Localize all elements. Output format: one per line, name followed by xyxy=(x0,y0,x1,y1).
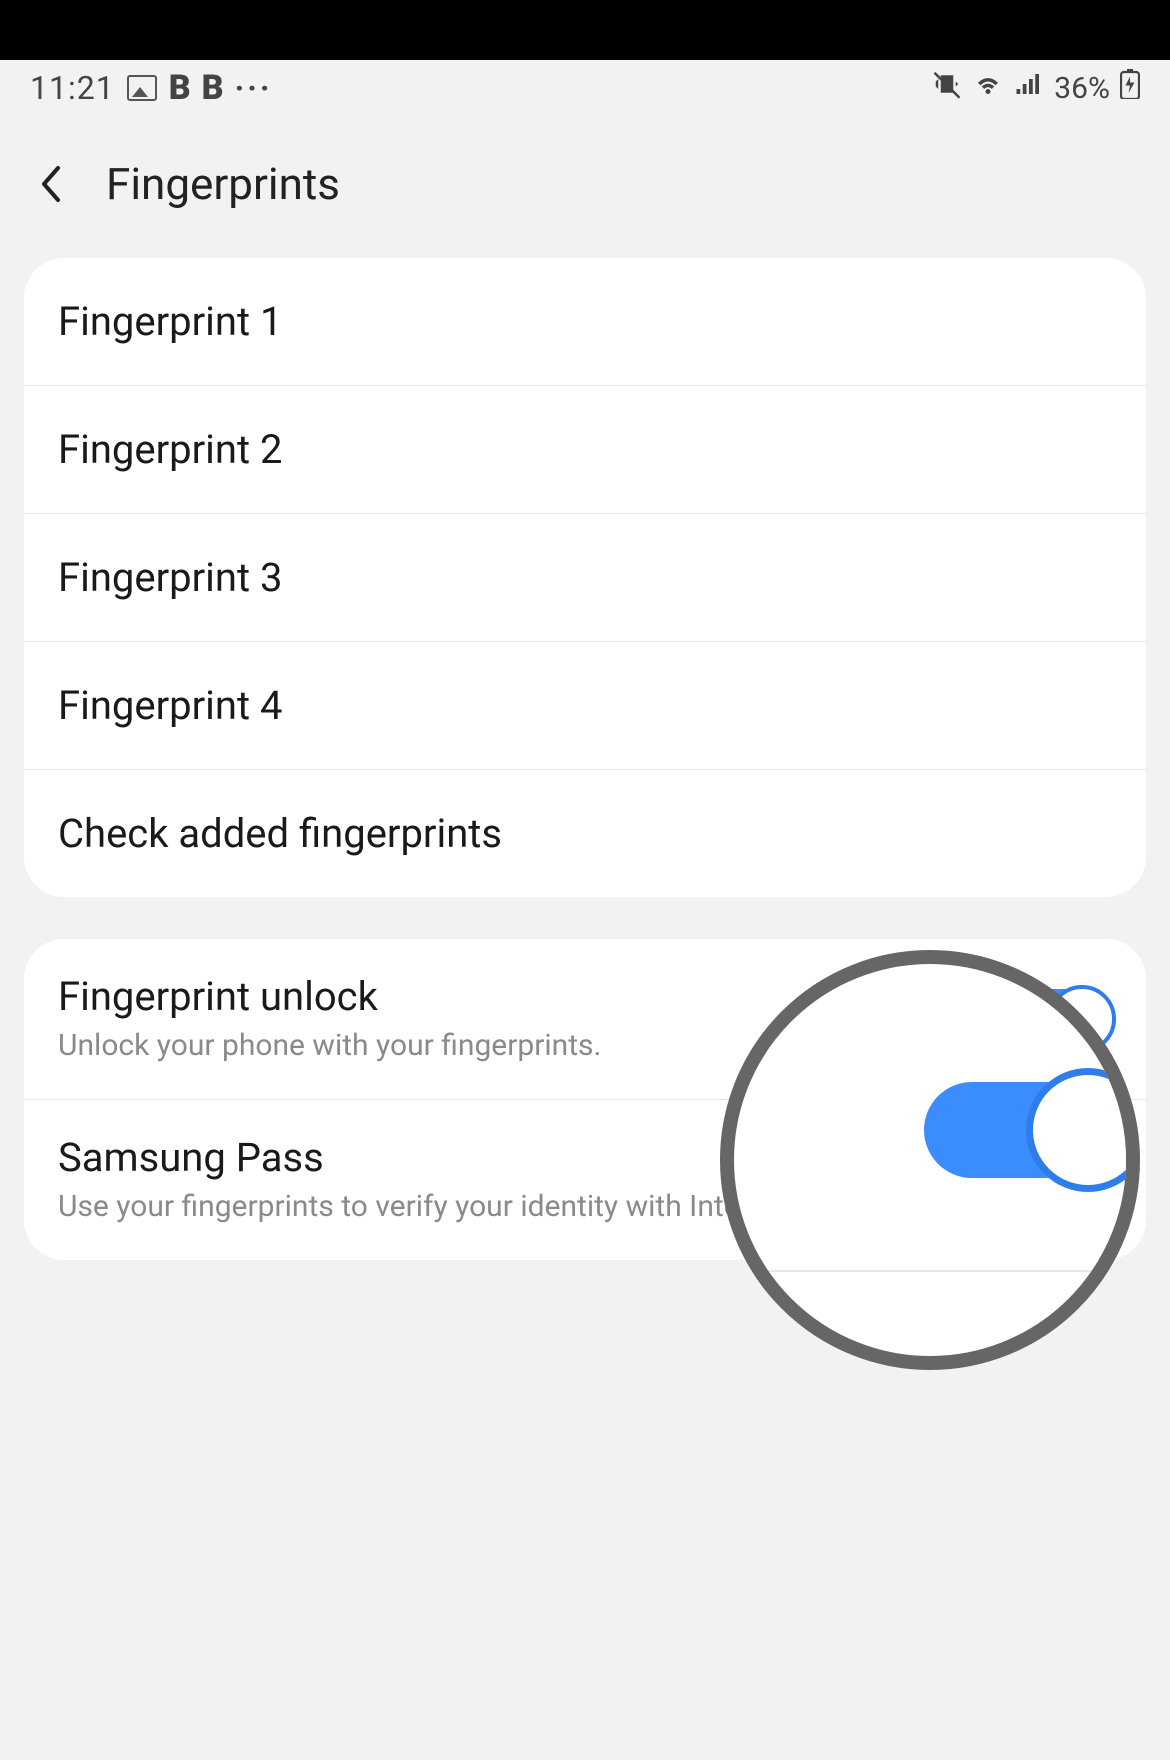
check-fingerprints-label: Check added fingerprints xyxy=(58,810,502,857)
fingerprint-unlock-toggle[interactable] xyxy=(1004,989,1112,1049)
fingerprint-unlock-title: Fingerprint unlock xyxy=(58,973,974,1020)
page-title: Fingerprints xyxy=(106,158,340,210)
top-black-bar xyxy=(0,0,1170,60)
app-indicator-b2: B xyxy=(202,68,223,108)
fingerprint-item-4[interactable]: Fingerprint 4 xyxy=(24,642,1146,770)
zoomed-divider xyxy=(734,1270,1126,1272)
status-time: 11:21 xyxy=(30,69,115,107)
status-bar: 11:21 B B ··· 36% xyxy=(0,60,1170,116)
fingerprint-label: Fingerprint 1 xyxy=(58,298,282,345)
fingerprint-label: Fingerprint 4 xyxy=(58,682,282,729)
fingerprint-item-3[interactable]: Fingerprint 3 xyxy=(24,514,1146,642)
back-button[interactable] xyxy=(30,164,70,204)
toggle-knob xyxy=(1048,985,1116,1053)
app-indicator-b1: B xyxy=(169,68,190,108)
signal-icon xyxy=(1014,69,1044,107)
check-added-fingerprints[interactable]: Check added fingerprints xyxy=(24,770,1146,897)
battery-percentage: 36% xyxy=(1054,71,1110,106)
chevron-left-icon xyxy=(37,164,63,204)
page-header: Fingerprints xyxy=(0,116,1170,258)
fingerprint-list-card: Fingerprint 1 Fingerprint 2 Fingerprint … xyxy=(24,258,1146,897)
fingerprint-label: Fingerprint 3 xyxy=(58,554,282,601)
wifi-icon xyxy=(972,69,1004,107)
vibrate-icon xyxy=(932,69,962,107)
picture-icon xyxy=(127,75,157,101)
fingerprint-item-2[interactable]: Fingerprint 2 xyxy=(24,386,1146,514)
fingerprint-item-1[interactable]: Fingerprint 1 xyxy=(24,258,1146,386)
samsung-pass-subtitle: Use your fingerprints to verify your ide… xyxy=(58,1187,1112,1226)
fingerprint-unlock-subtitle: Unlock your phone with your fingerprints… xyxy=(58,1026,974,1065)
samsung-pass-title: Samsung Pass xyxy=(58,1134,1112,1181)
more-notifications-icon: ··· xyxy=(235,69,273,107)
fingerprint-options-card: Fingerprint unlock Unlock your phone wit… xyxy=(24,939,1146,1260)
fingerprint-label: Fingerprint 2 xyxy=(58,426,282,473)
samsung-pass-row[interactable]: Samsung Pass Use your fingerprints to ve… xyxy=(24,1100,1146,1260)
fingerprint-unlock-row[interactable]: Fingerprint unlock Unlock your phone wit… xyxy=(24,939,1146,1100)
battery-charging-icon xyxy=(1120,69,1140,107)
